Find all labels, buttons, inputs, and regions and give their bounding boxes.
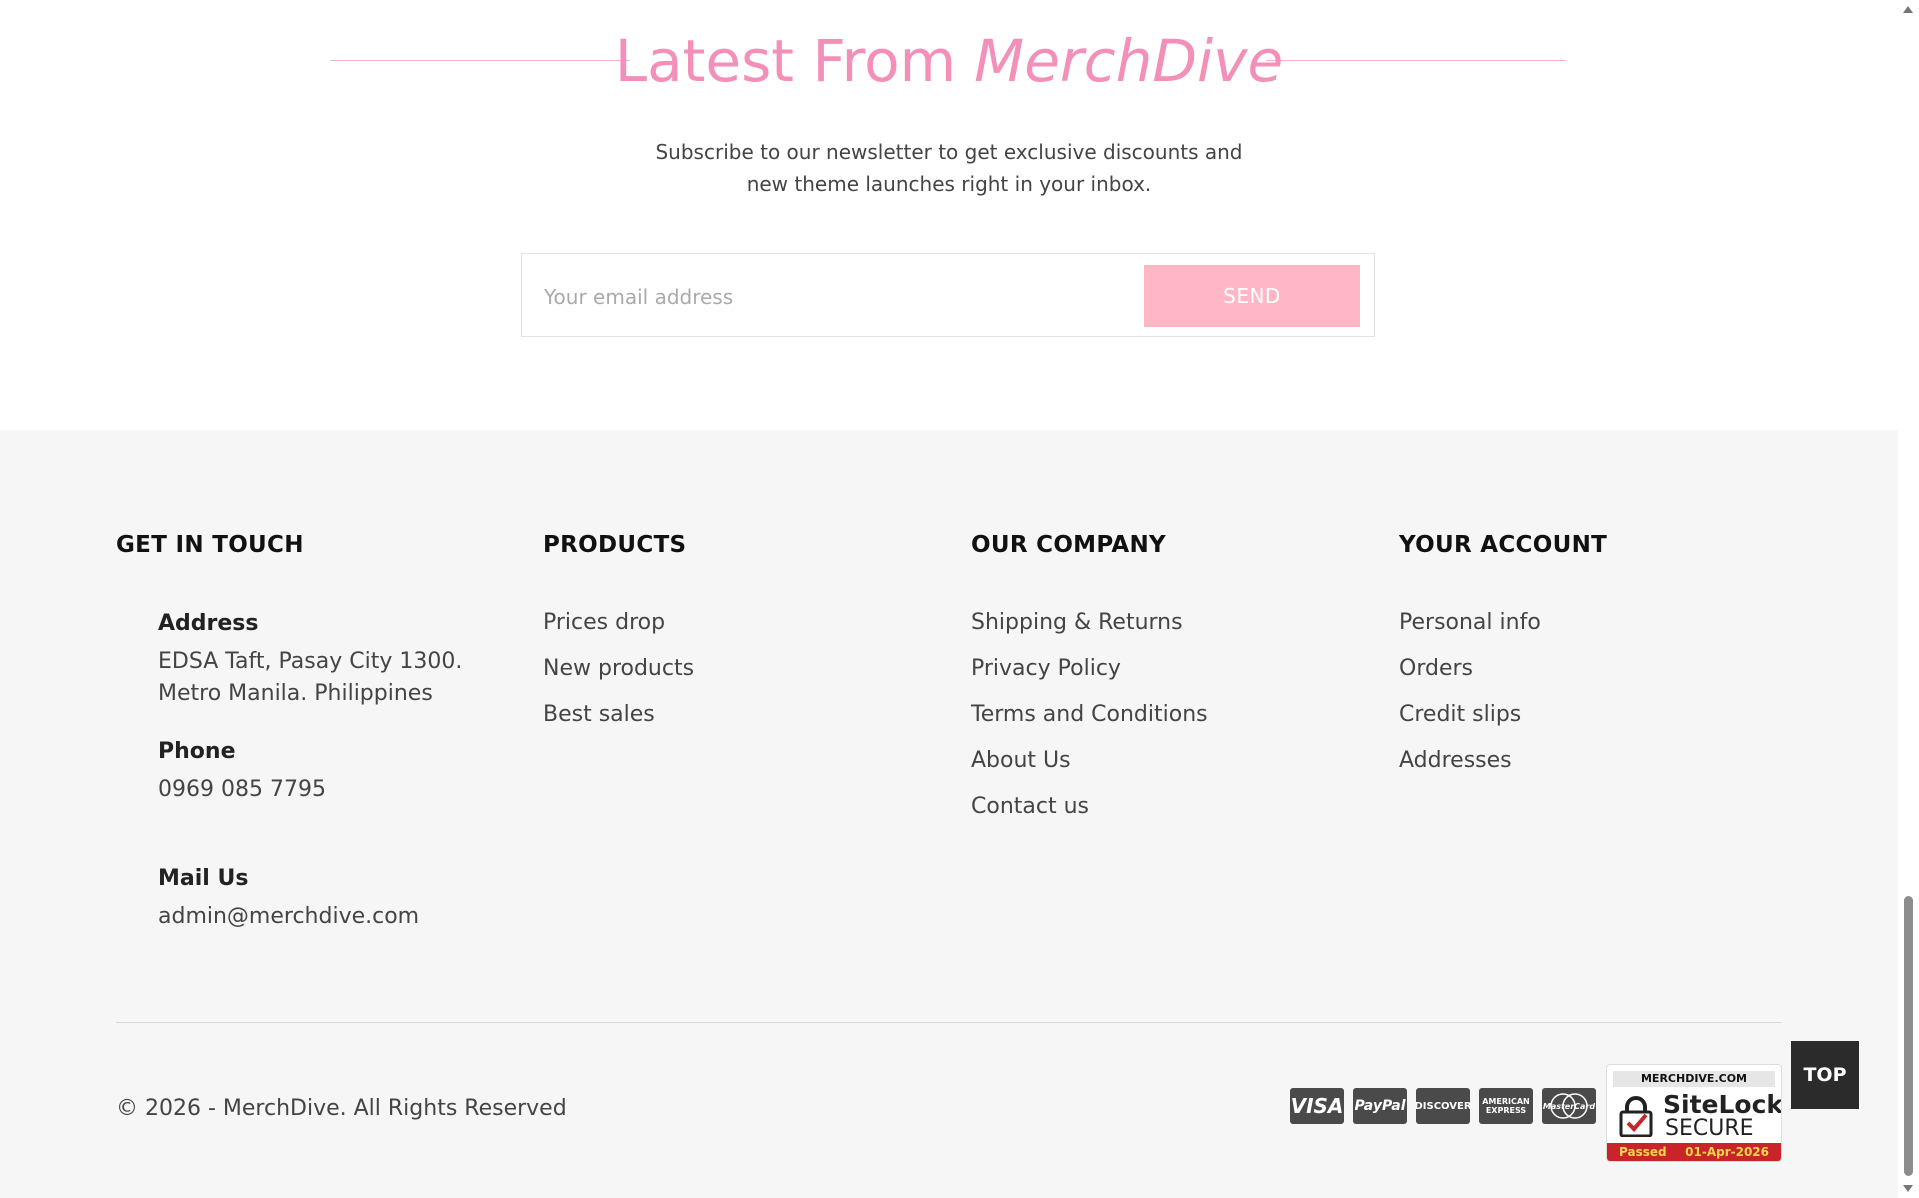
phone-block: Phone 0969 085 7795 — [158, 736, 326, 806]
discover-icon: DISCOVER — [1416, 1088, 1470, 1124]
lock-icon — [1619, 1096, 1653, 1137]
scrollbar-thumb[interactable] — [1904, 896, 1913, 1176]
address-line1: EDSA Taft, Pasay City 1300. — [158, 649, 463, 674]
amex-icon-line2: EXPRESS — [1485, 1106, 1527, 1115]
company-heading: OUR COMPANY — [971, 532, 1167, 558]
paypal-icon: PayPal — [1353, 1088, 1407, 1124]
newsletter-form: SEND — [521, 253, 1375, 337]
back-to-top-button[interactable]: TOP — [1791, 1041, 1859, 1109]
company-column: OUR COMPANY Shipping & Returns Privacy P… — [971, 532, 1371, 819]
newsletter-section: Latest From MerchDive Subscribe to our ne… — [0, 0, 1898, 430]
mastercard-icon: MasterCard — [1542, 1088, 1596, 1124]
page: Latest From MerchDive Subscribe to our ne… — [0, 0, 1919, 1198]
send-button[interactable]: SEND — [1144, 265, 1360, 327]
phone-value[interactable]: 0969 085 7795 — [158, 774, 326, 806]
newsletter-title: Latest From MerchDive — [0, 24, 1898, 98]
scroll-down-arrow-icon[interactable] — [1903, 1185, 1913, 1192]
products-link-best-sales[interactable]: Best sales — [543, 692, 694, 738]
address-line2: Metro Manila. Philippines — [158, 681, 433, 706]
company-link-contact[interactable]: Contact us — [971, 784, 1208, 830]
products-heading: PRODUCTS — [543, 532, 687, 558]
newsletter-subtitle: Subscribe to our newsletter to get exclu… — [0, 136, 1898, 200]
page-scrollbar[interactable] — [1898, 0, 1919, 1198]
amex-icon: AMERICAN EXPRESS — [1479, 1088, 1533, 1124]
copyright-text: © 2026 - MerchDive. All Rights Reserved — [116, 1096, 567, 1121]
company-link-terms[interactable]: Terms and Conditions — [971, 692, 1208, 738]
products-link-new-products[interactable]: New products — [543, 646, 694, 692]
get-in-touch-heading: GET IN TOUCH — [116, 532, 304, 558]
account-link-personal-info[interactable]: Personal info — [1399, 600, 1541, 646]
company-link-about[interactable]: About Us — [971, 738, 1208, 784]
footer: GET IN TOUCH Address EDSA Taft, Pasay Ci… — [0, 430, 1898, 1198]
company-link-privacy[interactable]: Privacy Policy — [971, 646, 1208, 692]
mail-label: Mail Us — [158, 866, 249, 891]
mail-value[interactable]: admin@merchdive.com — [158, 901, 419, 933]
sitelock-badge[interactable]: MERCHDIVE.COM SiteLock SECURE Passed 01-… — [1606, 1064, 1782, 1162]
email-input[interactable] — [542, 274, 1126, 320]
mastercard-label: MasterCard — [1542, 1101, 1596, 1111]
sitelock-passed: Passed — [1619, 1145, 1667, 1159]
sitelock-domain: MERCHDIVE.COM — [1613, 1071, 1775, 1087]
newsletter-subtitle-line1: Subscribe to our newsletter to get exclu… — [655, 140, 1243, 164]
company-link-shipping[interactable]: Shipping & Returns — [971, 600, 1208, 646]
sitelock-secure: SECURE — [1665, 1116, 1754, 1141]
products-column: PRODUCTS Prices drop New products Best s… — [543, 532, 943, 727]
account-link-orders[interactable]: Orders — [1399, 646, 1541, 692]
phone-label: Phone — [158, 739, 236, 764]
address-label: Address — [158, 611, 259, 636]
get-in-touch-column: GET IN TOUCH Address EDSA Taft, Pasay Ci… — [116, 532, 516, 929]
products-list: Prices drop New products Best sales — [543, 600, 694, 738]
footer-divider — [116, 1022, 1782, 1023]
mail-block: Mail Us admin@merchdive.com — [158, 863, 419, 933]
visa-icon: VISA — [1290, 1088, 1344, 1124]
amex-icon-line1: AMERICAN — [1482, 1097, 1530, 1106]
sitelock-date: 01-Apr-2026 — [1685, 1145, 1769, 1159]
newsletter-title-brand: MerchDive — [974, 27, 1284, 95]
account-link-addresses[interactable]: Addresses — [1399, 738, 1541, 784]
newsletter-title-prefix: Latest From — [614, 27, 957, 95]
scroll-up-arrow-icon[interactable] — [1903, 6, 1913, 13]
account-link-credit-slips[interactable]: Credit slips — [1399, 692, 1541, 738]
company-list: Shipping & Returns Privacy Policy Terms … — [971, 600, 1208, 830]
address-block: Address EDSA Taft, Pasay City 1300. Metr… — [158, 608, 462, 710]
account-list: Personal info Orders Credit slips Addres… — [1399, 600, 1541, 784]
newsletter-subtitle-line2: new theme launches right in your inbox. — [746, 172, 1152, 196]
products-link-prices-drop[interactable]: Prices drop — [543, 600, 694, 646]
account-column: YOUR ACCOUNT Personal info Orders Credit… — [1399, 532, 1799, 773]
sitelock-name: SiteLock — [1663, 1090, 1782, 1119]
sitelock-status-bar: Passed 01-Apr-2026 — [1607, 1143, 1781, 1161]
account-heading: YOUR ACCOUNT — [1399, 532, 1608, 558]
